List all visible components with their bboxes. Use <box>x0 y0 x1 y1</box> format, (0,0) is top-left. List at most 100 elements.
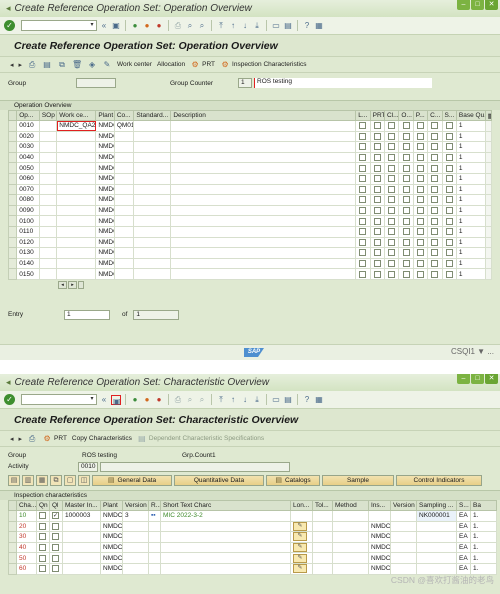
method-cell[interactable] <box>332 531 369 543</box>
base-qty-cell[interactable]: 1 <box>455 151 486 164</box>
plant-cell[interactable]: NMDC <box>100 510 123 522</box>
sop-cell[interactable] <box>38 225 58 238</box>
edit-icon[interactable]: ✎ <box>102 60 112 70</box>
work-center-cell[interactable] <box>56 215 97 227</box>
sampling-cell[interactable] <box>416 552 457 564</box>
col-s[interactable]: S... <box>456 500 471 511</box>
col-standard[interactable]: Standard... <box>133 110 172 121</box>
base-qty-cell[interactable]: 1 <box>455 247 486 259</box>
checkbox[interactable] <box>359 143 367 151</box>
ql-checkbox[interactable] <box>52 522 59 530</box>
version2-cell[interactable] <box>390 531 417 543</box>
print-icon[interactable]: ⎙ <box>173 395 183 405</box>
checkbox[interactable] <box>431 259 439 267</box>
cha-cell[interactable]: 10 <box>16 510 37 522</box>
save-icon[interactable]: ▣ <box>111 394 121 406</box>
version-cell[interactable] <box>122 562 149 575</box>
checkbox[interactable] <box>373 185 381 193</box>
checkbox[interactable] <box>445 164 453 172</box>
table-row[interactable]: 0040 NMDC 1 <box>7 151 493 164</box>
checkbox[interactable] <box>359 206 367 214</box>
description-field[interactable]: ROS testing <box>254 78 432 88</box>
close-icon[interactable]: ✕ <box>485 374 498 384</box>
col-master-insp[interactable]: Master In... <box>62 500 101 511</box>
plant-cell[interactable]: NMDC <box>95 215 115 227</box>
standard-cell[interactable] <box>133 225 172 238</box>
checkbox[interactable] <box>388 153 396 161</box>
help-icon[interactable]: ? <box>302 21 312 31</box>
plant-cell[interactable]: NMDC <box>100 531 123 543</box>
checkbox[interactable] <box>373 238 381 246</box>
base-qty-cell[interactable]: 1 <box>455 141 486 153</box>
checkbox[interactable] <box>445 259 453 267</box>
row-selector[interactable] <box>7 172 18 185</box>
checkbox[interactable] <box>373 249 381 257</box>
op-cell[interactable]: 0020 <box>16 130 40 143</box>
ins-cell[interactable] <box>368 510 391 522</box>
checkbox[interactable] <box>445 175 453 183</box>
last-page-icon[interactable]: ⤓ <box>252 21 262 31</box>
tab-control-indicators[interactable]: Control Indicators <box>396 475 482 486</box>
control-key-cell[interactable] <box>113 172 135 185</box>
checkbox[interactable] <box>388 122 396 130</box>
version-cell[interactable] <box>122 541 149 554</box>
table-row[interactable]: 0070 NMDC 1 <box>7 183 493 196</box>
checkbox[interactable] <box>402 270 410 278</box>
sampling-cell[interactable] <box>416 520 457 533</box>
description-cell[interactable] <box>170 172 357 185</box>
checkbox[interactable] <box>402 122 410 130</box>
standard-cell[interactable] <box>133 257 172 270</box>
tab-quantitative-data[interactable]: Quantitative Data <box>174 475 264 486</box>
checkbox[interactable] <box>416 175 424 183</box>
op-cell[interactable]: 0030 <box>16 141 40 153</box>
checkbox[interactable] <box>402 259 410 267</box>
minimize-icon[interactable]: – <box>457 0 470 10</box>
standard-cell[interactable] <box>133 215 172 227</box>
control-key-cell[interactable] <box>113 194 135 206</box>
checkbox[interactable] <box>359 164 367 172</box>
checkbox[interactable] <box>431 175 439 183</box>
description-cell[interactable] <box>170 215 357 227</box>
checkbox[interactable] <box>373 175 381 183</box>
row-selector[interactable] <box>8 541 17 554</box>
cha-cell[interactable]: 30 <box>16 531 37 543</box>
cha-cell[interactable]: 60 <box>16 562 37 575</box>
back-arrows-icon[interactable]: « <box>99 21 109 31</box>
copy-characteristics-button[interactable]: Copy Characteristics <box>72 435 132 442</box>
dependent-char-spec-button[interactable]: ▤ Dependent Characteristic Specifications <box>137 434 264 444</box>
checkbox[interactable] <box>431 238 439 246</box>
checkbox[interactable] <box>416 259 424 267</box>
tab-icon-5[interactable]: ▢ <box>64 475 76 486</box>
col-cl[interactable]: Cl... <box>384 110 400 121</box>
plant-cell[interactable]: NMDC <box>95 183 115 196</box>
tab-icon-3[interactable]: ▦ <box>36 475 48 486</box>
standard-cell[interactable] <box>133 204 172 217</box>
op-cell[interactable]: 0080 <box>16 194 40 206</box>
checkbox[interactable] <box>416 132 424 140</box>
table-row[interactable]: 0110 NMDC 1 <box>7 225 493 238</box>
base-qty-cell[interactable]: 1 <box>455 215 486 227</box>
standard-cell[interactable] <box>133 183 172 196</box>
copy-icon[interactable]: ⧉ <box>57 60 67 70</box>
row-selector[interactable] <box>7 204 18 217</box>
maximize-icon[interactable]: □ <box>471 374 484 384</box>
version2-cell[interactable] <box>390 552 417 564</box>
col-short-text[interactable]: Short Text Charc <box>160 500 291 511</box>
ql-checkbox[interactable] <box>52 543 59 551</box>
col-cha[interactable]: Cha... <box>16 500 37 511</box>
version2-cell[interactable] <box>390 541 417 554</box>
s-cell[interactable]: EA <box>456 562 471 575</box>
method-cell[interactable] <box>332 562 369 575</box>
tab-icon-4[interactable]: ⧉ <box>50 475 62 486</box>
checkbox[interactable] <box>388 143 396 151</box>
row-selector[interactable] <box>7 130 18 143</box>
prev-icon[interactable]: ◂ <box>10 435 14 443</box>
description-cell[interactable] <box>170 130 357 143</box>
col-version-2[interactable]: Version <box>390 500 417 511</box>
control-key-cell[interactable] <box>113 225 135 238</box>
plant-cell[interactable]: NMDC <box>100 520 123 533</box>
col-r[interactable]: R... <box>148 500 161 511</box>
checkbox[interactable] <box>402 238 410 246</box>
cancel-icon[interactable]: ● <box>154 21 164 31</box>
master-insp-cell[interactable] <box>62 531 101 543</box>
